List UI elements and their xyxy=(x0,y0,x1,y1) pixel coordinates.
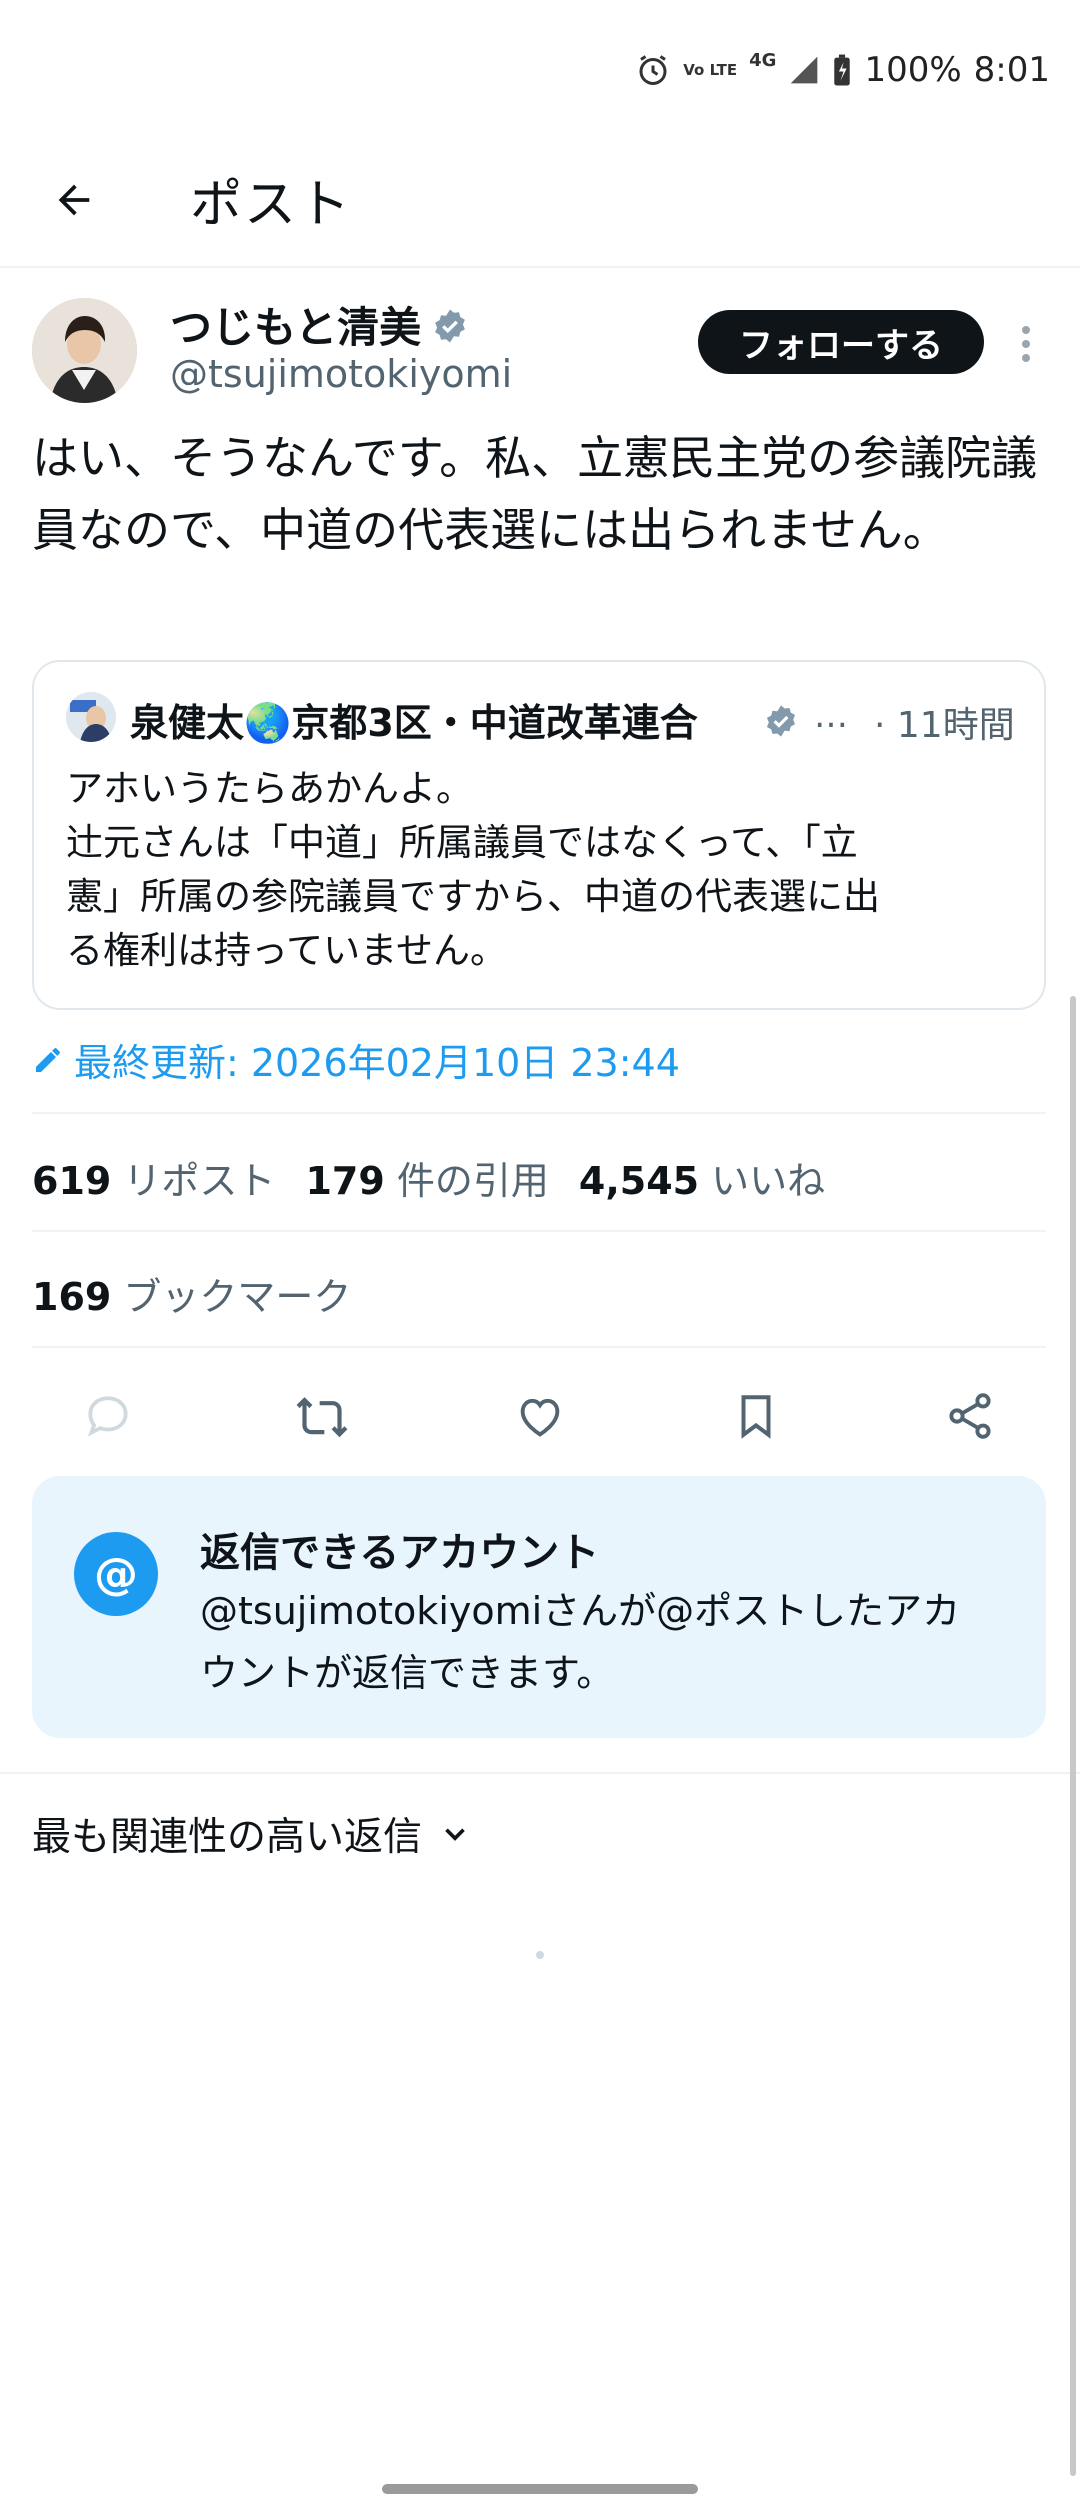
reply-restriction-title: 返信できるアカウント xyxy=(200,1530,600,1576)
reply-icon xyxy=(87,1396,128,1437)
bookmarks-stat[interactable]: 169 ブックマーク xyxy=(32,1266,351,1321)
divider xyxy=(32,1230,1046,1232)
divider xyxy=(0,1772,1080,1774)
chevron-down-icon xyxy=(445,1828,465,1841)
quote-timestamp: · 11時間 xyxy=(874,705,1015,746)
quote-text-line: る権利は持っていません。 xyxy=(66,929,508,972)
bookmark-button[interactable] xyxy=(726,1386,786,1446)
quote-name-ellipsis: … xyxy=(814,696,848,736)
likes-count: 4,545 xyxy=(578,1159,700,1203)
tweet-text: はい、そうなんです。私、立憲民主党の参議院議員なので、中道の代表選には出られませ… xyxy=(32,431,1038,557)
follow-button[interactable]: フォローする xyxy=(698,310,984,374)
reposts-stat[interactable]: 619 リポスト xyxy=(32,1150,275,1205)
divider xyxy=(32,1346,1046,1348)
share-button[interactable] xyxy=(940,1386,1000,1446)
repost-icon xyxy=(296,1397,348,1438)
heart-icon xyxy=(520,1398,560,1437)
author-name[interactable]: つじもと清美 xyxy=(170,294,421,355)
alarm-icon xyxy=(635,52,671,88)
volte-icon: Vo LTE xyxy=(683,60,738,79)
quote-author-name: 泉健太🌏京都3区・中道改革連合 xyxy=(130,701,698,745)
reply-restriction-line: @tsujimotokiyomiさんが@ポストしたアカ xyxy=(200,1589,961,1633)
reposts-label: リポスト xyxy=(123,1159,276,1203)
reply-sort-dropdown[interactable]: 最も関連性の高い返信 xyxy=(32,1806,472,1862)
engagement-stats: 619 リポスト 179 件の引用 4,545 いいね xyxy=(32,1150,825,1205)
like-button[interactable] xyxy=(510,1386,570,1446)
quote-text: アホいうたらあかんよ。 辻元さんは「中道」所属議員ではなくって、「立 憲」所属の… xyxy=(66,762,1026,978)
status-bar: Vo LTE 4G 100% 8:01 xyxy=(0,0,1080,150)
repost-button[interactable] xyxy=(292,1386,352,1446)
quote-avatar xyxy=(66,692,116,742)
divider xyxy=(32,1112,1046,1114)
last-updated-text: 最終更新: 2026年02月10日 23:44 xyxy=(74,1041,680,1085)
quotes-count: 179 xyxy=(305,1159,385,1203)
scrollbar[interactable] xyxy=(1070,996,1076,2476)
author-handle[interactable]: @tsujimotokiyomi xyxy=(170,352,512,396)
share-icon xyxy=(949,1393,991,1439)
reply-sort-label: 最も関連性の高い返信 xyxy=(32,1815,423,1860)
network-type: 4G xyxy=(749,49,777,71)
quotes-label: 件の引用 xyxy=(396,1159,549,1203)
arrow-left-icon xyxy=(58,184,90,216)
status-icons: Vo LTE 4G 100% 8:01 xyxy=(635,50,1050,90)
author-avatar[interactable] xyxy=(32,298,137,403)
loading-indicator xyxy=(536,1951,544,1959)
action-bar xyxy=(0,1376,1080,1456)
top-app-bar: ポスト xyxy=(0,150,1080,268)
reposts-count: 619 xyxy=(32,1159,112,1203)
reply-restriction-card: @ 返信できるアカウント @tsujimotokiyomiさんが@ポストしたアカ… xyxy=(32,1476,1046,1738)
signal-icon xyxy=(788,54,820,86)
quotes-stat[interactable]: 179 件の引用 xyxy=(305,1150,548,1205)
back-button[interactable] xyxy=(44,170,104,230)
reply-restriction-line: ウントが返信できます。 xyxy=(200,1651,615,1695)
quoted-tweet[interactable]: 泉健太🌏京都3区・中道改革連合 … · 11時間 アホいうたらあかんよ。 辻元さ… xyxy=(32,660,1046,1010)
quote-text-line: アホいうたらあかんよ。 xyxy=(66,767,473,810)
verified-badge-icon xyxy=(764,704,798,738)
battery-percent: 100% xyxy=(864,50,962,90)
reply-restriction-desc: @tsujimotokiyomiさんが@ポストしたアカ ウントが返信できます。 xyxy=(200,1580,1010,1704)
last-updated-link[interactable]: 最終更新: 2026年02月10日 23:44 xyxy=(32,1032,680,1087)
at-sign-icon: @ xyxy=(74,1532,158,1616)
bookmark-icon xyxy=(741,1395,771,1439)
reply-button[interactable] xyxy=(78,1386,138,1446)
likes-label: いいね xyxy=(711,1159,826,1203)
more-options-icon[interactable] xyxy=(1016,322,1036,366)
bookmarks-count: 169 xyxy=(32,1275,112,1319)
bookmarks-label: ブックマーク xyxy=(123,1275,352,1319)
clock: 8:01 xyxy=(973,50,1050,90)
quote-text-line: 憲」所属の参院議員ですから、中道の代表選に出 xyxy=(66,875,880,918)
quote-text-line: 辻元さんは「中道」所属議員ではなくって、「立 xyxy=(66,821,858,864)
battery-icon xyxy=(832,53,852,87)
home-indicator[interactable] xyxy=(382,2484,698,2494)
page-title: ポスト xyxy=(190,175,353,235)
verified-badge-icon xyxy=(432,308,468,344)
likes-stat[interactable]: 4,545 いいね xyxy=(579,1150,825,1205)
pencil-icon xyxy=(36,1047,60,1072)
